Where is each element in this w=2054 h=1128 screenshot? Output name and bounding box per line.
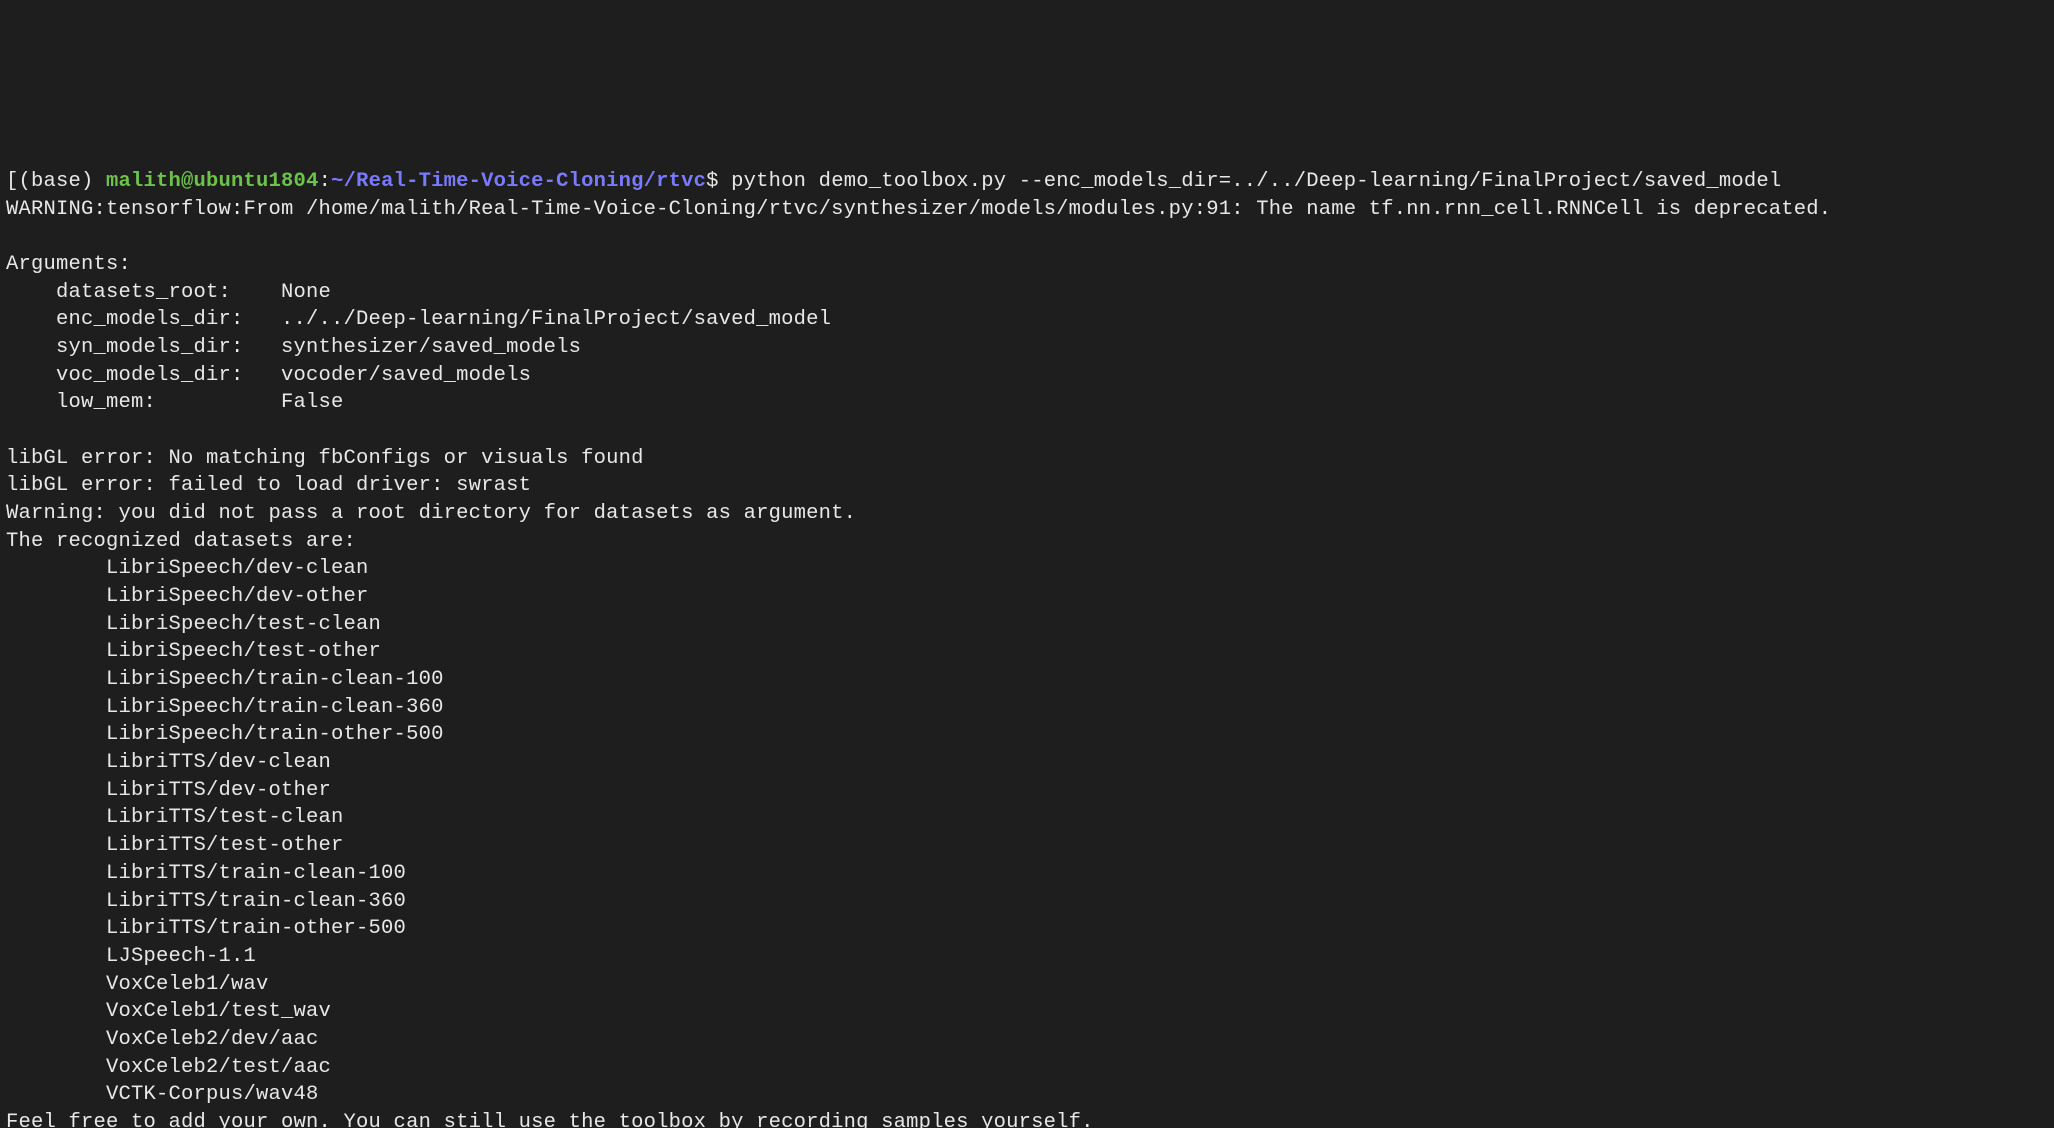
output-line: LibriTTS/train-clean-100 (6, 862, 406, 885)
prompt-path: ~/Real-Time-Voice-Cloning/rtvc (331, 170, 706, 193)
output-line: LibriSpeech/train-other-500 (6, 723, 444, 746)
output-line: VoxCeleb1/wav (6, 973, 269, 996)
output-line: LJSpeech-1.1 (6, 945, 256, 968)
output-line: datasets_root: None (6, 281, 331, 304)
output-line: LibriSpeech/test-clean (6, 613, 381, 636)
prompt-dollar: $ (706, 170, 731, 193)
terminal[interactable]: [(base) malith@ubuntu1804:~/Real-Time-Vo… (0, 138, 2054, 1128)
output-line: Warning: you did not pass a root directo… (6, 502, 856, 525)
output-line: LibriSpeech/dev-clean (6, 557, 369, 580)
command-text: python demo_toolbox.py --enc_models_dir=… (731, 170, 1781, 193)
output-line: VCTK-Corpus/wav48 (6, 1083, 319, 1106)
prompt-user-host: malith@ubuntu1804 (106, 170, 319, 193)
output-line: enc_models_dir: ../../Deep-learning/Fina… (6, 308, 831, 331)
output-line: VoxCeleb2/dev/aac (6, 1028, 319, 1051)
output-line: Feel free to add your own. You can still… (6, 1111, 1094, 1128)
output-line: low_mem: False (6, 391, 344, 414)
output-line: LibriTTS/test-other (6, 834, 344, 857)
output-line: WARNING:tensorflow:From /home/malith/Rea… (6, 198, 1831, 221)
output-line: libGL error: failed to load driver: swra… (6, 474, 531, 497)
output-line: voc_models_dir: vocoder/saved_models (6, 364, 531, 387)
output-line: LibriTTS/train-other-500 (6, 917, 406, 940)
output-line: Arguments: (6, 253, 131, 276)
output-line: LibriTTS/test-clean (6, 806, 344, 829)
prompt-env: (base) (19, 170, 107, 193)
output-line: LibriSpeech/dev-other (6, 585, 369, 608)
output-line: syn_models_dir: synthesizer/saved_models (6, 336, 581, 359)
output-line: VoxCeleb2/test/aac (6, 1056, 331, 1079)
output-line: LibriSpeech/train-clean-360 (6, 696, 444, 719)
output-line: libGL error: No matching fbConfigs or vi… (6, 447, 644, 470)
output-line: LibriSpeech/train-clean-100 (6, 668, 444, 691)
output-line: LibriTTS/dev-clean (6, 751, 331, 774)
prompt-open-bracket: [ (6, 170, 19, 193)
output-line: LibriTTS/dev-other (6, 779, 331, 802)
output-line: VoxCeleb1/test_wav (6, 1000, 331, 1023)
output-line: LibriTTS/train-clean-360 (6, 890, 406, 913)
output-line: LibriSpeech/test-other (6, 640, 381, 663)
prompt-colon: : (319, 170, 332, 193)
output-line: The recognized datasets are: (6, 530, 356, 553)
